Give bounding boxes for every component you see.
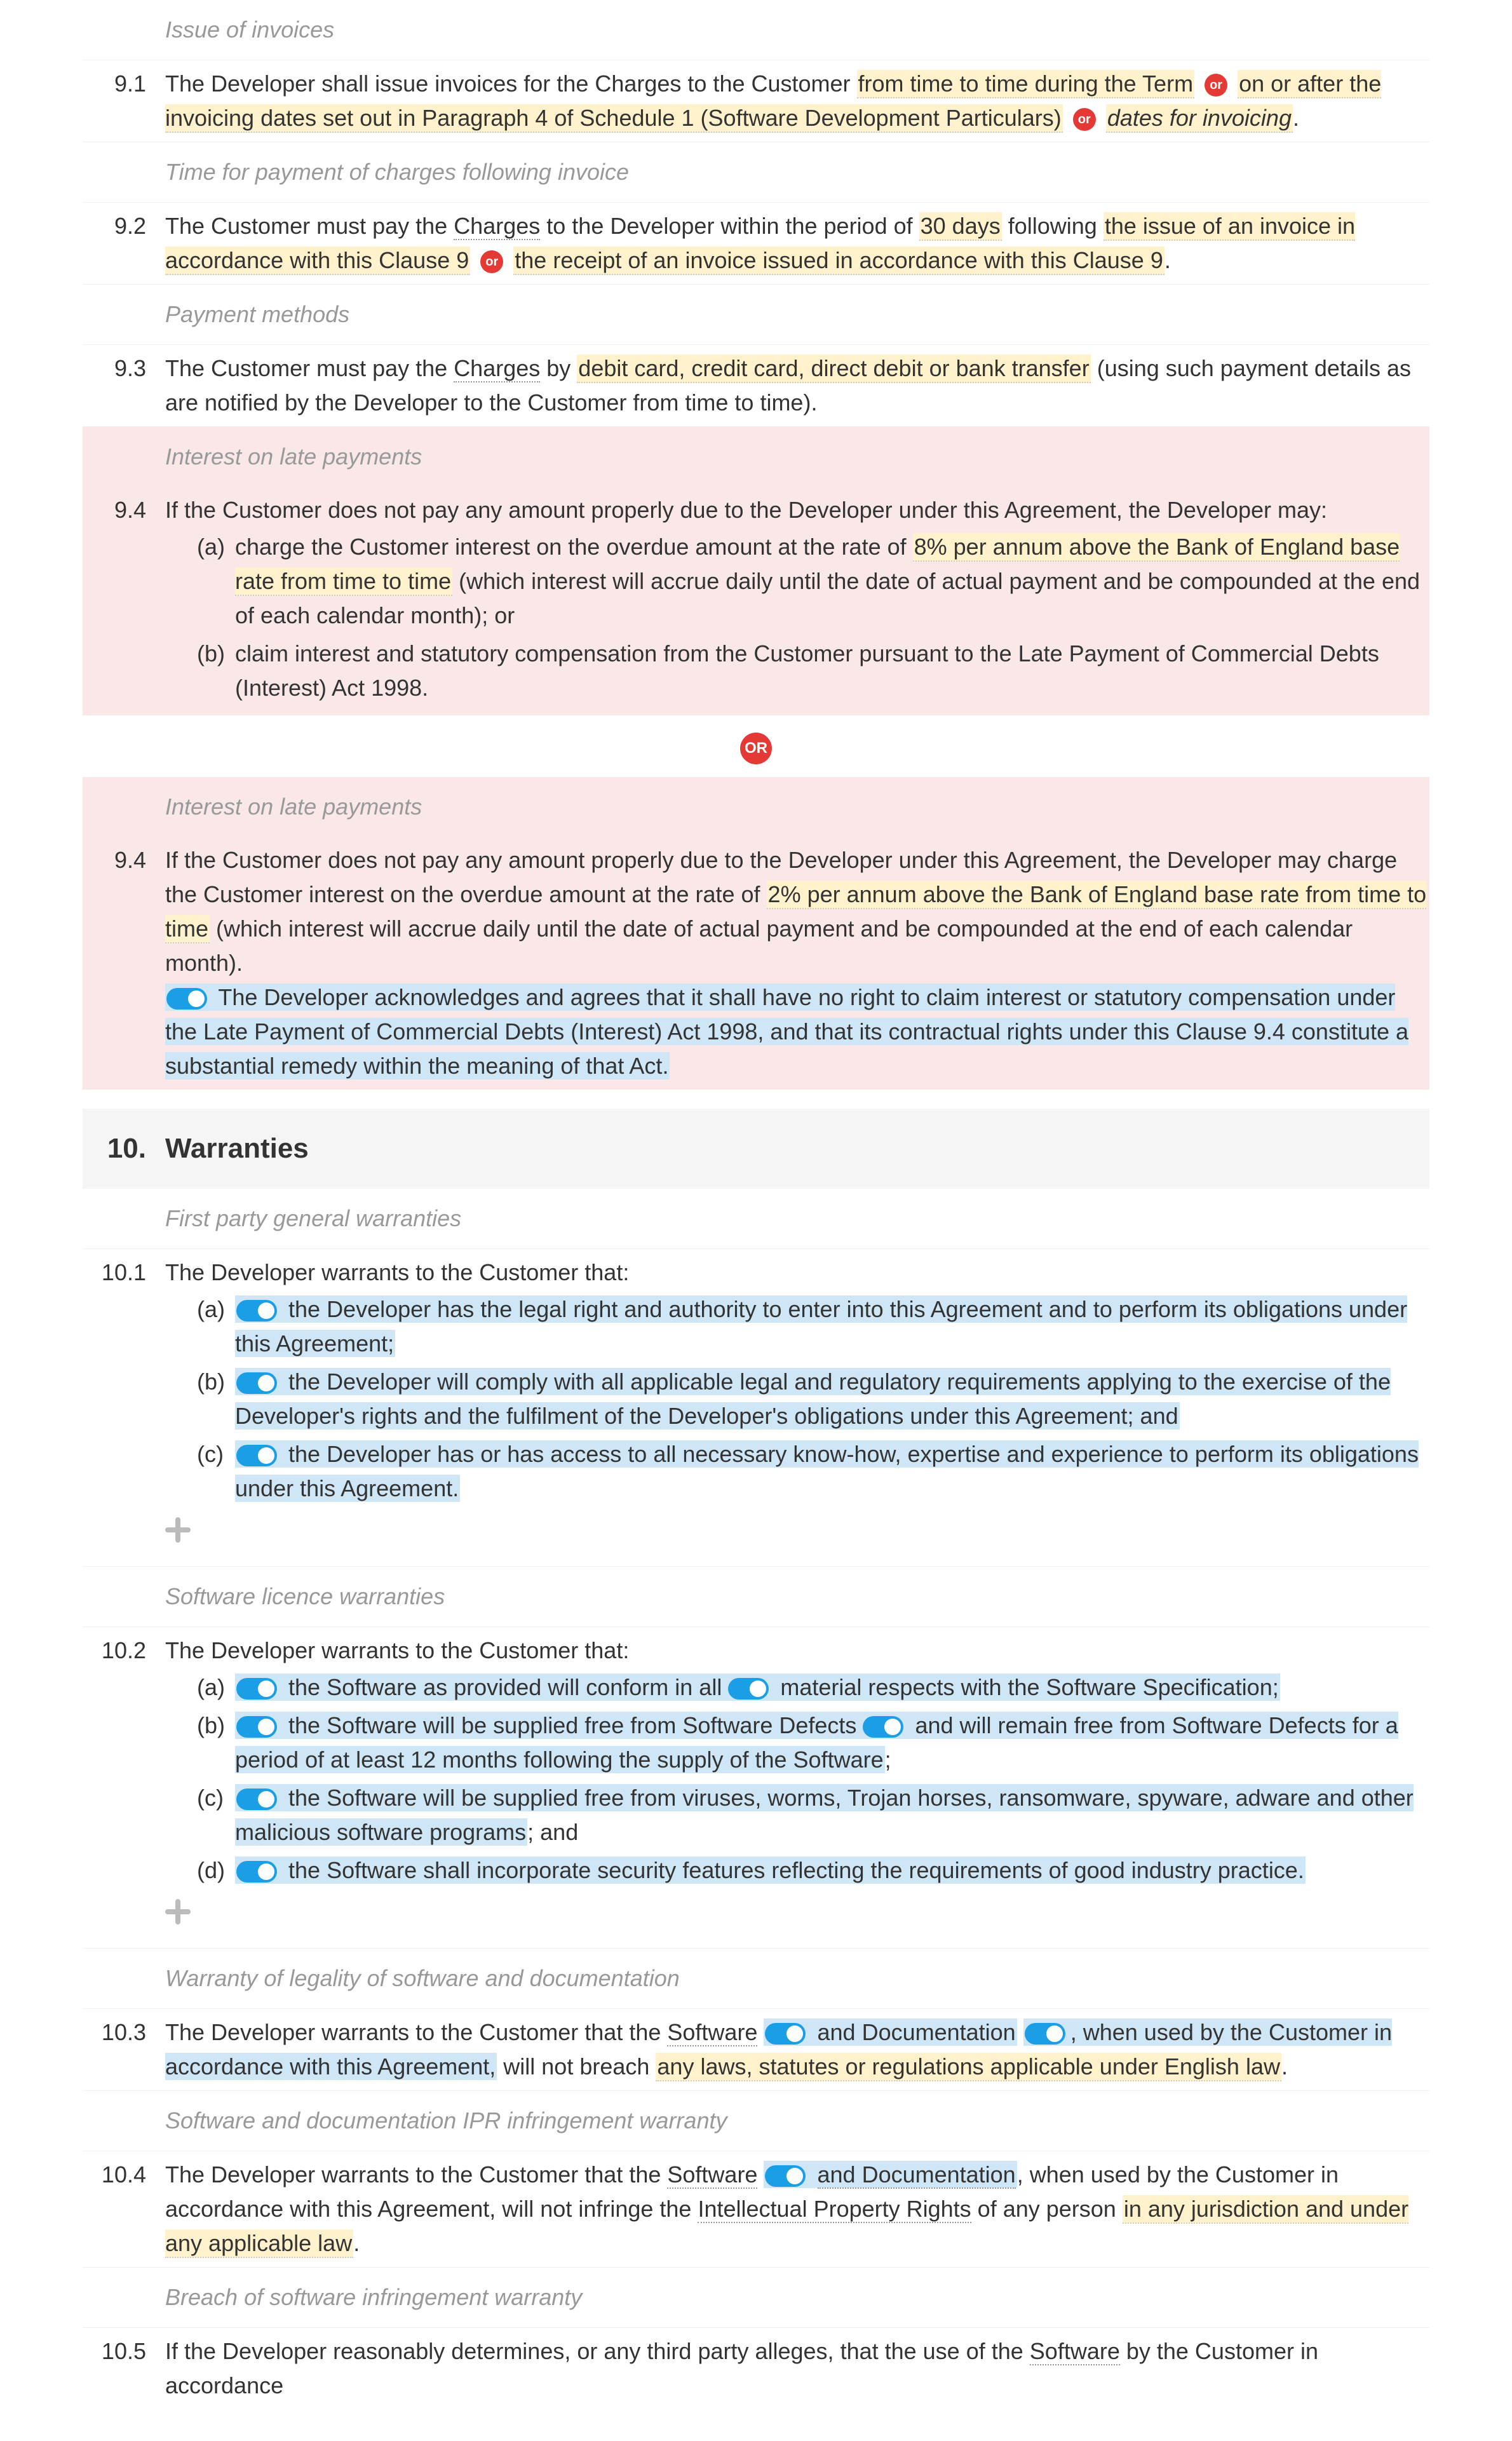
clause-text: The Customer must pay the Charges by deb… [165, 351, 1429, 420]
toggle-switch[interactable] [236, 1788, 277, 1810]
clause-number: 9.4 [83, 493, 165, 709]
clause-text: If the Customer does not pay any amount … [165, 493, 1429, 709]
clause-text: The Developer warrants to the Customer t… [165, 2158, 1429, 2261]
list-letter: (c) [197, 1781, 235, 1849]
clause-number: 9.4 [83, 843, 165, 1083]
or-pill[interactable]: or [1205, 74, 1227, 97]
list-letter: (b) [197, 637, 235, 705]
clause-10-5: 10.5 If the Developer reasonably determi… [83, 2328, 1429, 2409]
defined-term[interactable]: Software [667, 2019, 757, 2046]
editable-term[interactable]: the receipt of an invoice issued in acco… [513, 247, 1164, 275]
clause-9-3: 9.3 The Customer must pay the Charges by… [83, 345, 1429, 427]
clause-number: 9.2 [83, 209, 165, 278]
clause-number: 10.2 [83, 1633, 165, 1942]
add-item-icon[interactable] [165, 1899, 191, 1924]
list-letter: (a) [197, 1670, 235, 1705]
toggle-switch[interactable] [236, 1372, 277, 1394]
subheading: Interest on late payments [165, 433, 1429, 480]
clause-number: 9.1 [83, 67, 165, 135]
clause-text: If the Developer reasonably determines, … [165, 2334, 1429, 2403]
clause-10-1: 10.1 The Developer warrants to the Custo… [83, 1249, 1429, 1567]
subheading: Payment methods [165, 291, 1429, 338]
add-item-icon[interactable] [165, 1517, 191, 1543]
defined-term[interactable]: Charges [454, 213, 540, 240]
clause-number: 10.5 [83, 2334, 165, 2403]
clause-number: 10.1 [83, 1255, 165, 1560]
section-title: Warranties [165, 1128, 309, 1170]
subheading: Interest on late payments [165, 783, 1429, 830]
defined-term[interactable]: Intellectual Property Rights [698, 2196, 971, 2223]
or-pill[interactable]: or [1073, 108, 1096, 131]
list-letter: (b) [197, 1708, 235, 1777]
clause-row: Software licence warranties [83, 1567, 1429, 1627]
or-pill-large[interactable]: OR [740, 733, 772, 764]
clause-text: If the Customer does not pay any amount … [165, 843, 1429, 1083]
list-letter: (a) [197, 1292, 235, 1361]
toggle-switch[interactable] [236, 1445, 277, 1466]
toggle-switch[interactable] [236, 1300, 277, 1322]
subheading: Breach of software infringement warranty [165, 2274, 1429, 2321]
toggle-switch[interactable] [166, 988, 207, 1010]
subheading: Time for payment of charges following in… [165, 149, 1429, 196]
subheading: First party general warranties [165, 1195, 1429, 1242]
defined-term[interactable]: Software [1030, 2338, 1120, 2365]
clause-10-4: 10.4 The Developer warrants to the Custo… [83, 2151, 1429, 2268]
subheading: Software and documentation IPR infringem… [165, 2097, 1429, 2144]
list-letter: (c) [197, 1437, 235, 1506]
toggle-switch[interactable] [728, 1678, 769, 1700]
clause-row: Time for payment of charges following in… [83, 142, 1429, 203]
list-letter: (d) [197, 1853, 235, 1888]
toggle-switch[interactable] [1025, 2023, 1065, 2045]
editable-term[interactable]: from time to time during the Term [857, 70, 1195, 98]
document-body: Issue of invoices 9.1 The Developer shal… [0, 0, 1512, 2441]
toggle-switch[interactable] [236, 1716, 277, 1738]
subheading: Software licence warranties [165, 1573, 1429, 1620]
editable-term[interactable]: any laws, statutes or regulations applic… [656, 2053, 1281, 2081]
defined-term[interactable]: Charges [454, 355, 540, 382]
toggle-switch[interactable] [765, 2023, 806, 2045]
clause-text: The Developer warrants to the Customer t… [165, 2015, 1429, 2084]
or-separator: OR [83, 715, 1429, 777]
clause-row: First party general warranties [83, 1189, 1429, 1249]
clause-number: 9.3 [83, 351, 165, 420]
clause-text: The Developer warrants to the Customer t… [165, 1255, 1429, 1560]
subheading: Issue of invoices [165, 6, 1429, 53]
editable-term[interactable]: debit card, credit card, direct debit or… [577, 355, 1090, 383]
clause-row: Issue of invoices [83, 0, 1429, 60]
toggle-switch[interactable] [863, 1716, 903, 1738]
clause-9-4-v2: 9.4 If the Customer does not pay any amo… [83, 837, 1429, 1090]
subheading: Warranty of legality of software and doc… [165, 1955, 1429, 2002]
toggle-switch[interactable] [765, 2165, 806, 2187]
clause-row: Software and documentation IPR infringem… [83, 2091, 1429, 2151]
section-10-heading: 10. Warranties [83, 1109, 1429, 1189]
clause-10-3: 10.3 The Developer warrants to the Custo… [83, 2009, 1429, 2091]
clause-10-2: 10.2 The Developer warrants to the Custo… [83, 1627, 1429, 1949]
toggle-switch[interactable] [236, 1861, 277, 1883]
editable-term[interactable]: 30 days [919, 212, 1002, 241]
clause-row: Payment methods [83, 285, 1429, 345]
section-number: 10. [83, 1128, 165, 1170]
clause-text: The Developer warrants to the Customer t… [165, 1633, 1429, 1942]
clause-9-4-v1: 9.4 If the Customer does not pay any amo… [83, 487, 1429, 715]
clause-row: Breach of software infringement warranty [83, 2268, 1429, 2328]
clause-9-1: 9.1 The Developer shall issue invoices f… [83, 60, 1429, 142]
list-letter: (b) [197, 1365, 235, 1433]
clause-text: The Developer shall issue invoices for t… [165, 67, 1429, 135]
clause-row: Warranty of legality of software and doc… [83, 1949, 1429, 2009]
clause-row: Interest on late payments [83, 777, 1429, 837]
or-pill[interactable]: or [480, 250, 503, 273]
clause-number: 10.4 [83, 2158, 165, 2261]
clause-row: Interest on late payments [83, 427, 1429, 487]
clause-9-2: 9.2 The Customer must pay the Charges to… [83, 203, 1429, 285]
toggle-switch[interactable] [236, 1678, 277, 1700]
clause-text: The Customer must pay the Charges to the… [165, 209, 1429, 278]
defined-term[interactable]: Software [667, 2161, 757, 2189]
list-letter: (a) [197, 530, 235, 633]
editable-term[interactable]: dates for invoicing [1106, 104, 1293, 133]
clause-number: 10.3 [83, 2015, 165, 2084]
